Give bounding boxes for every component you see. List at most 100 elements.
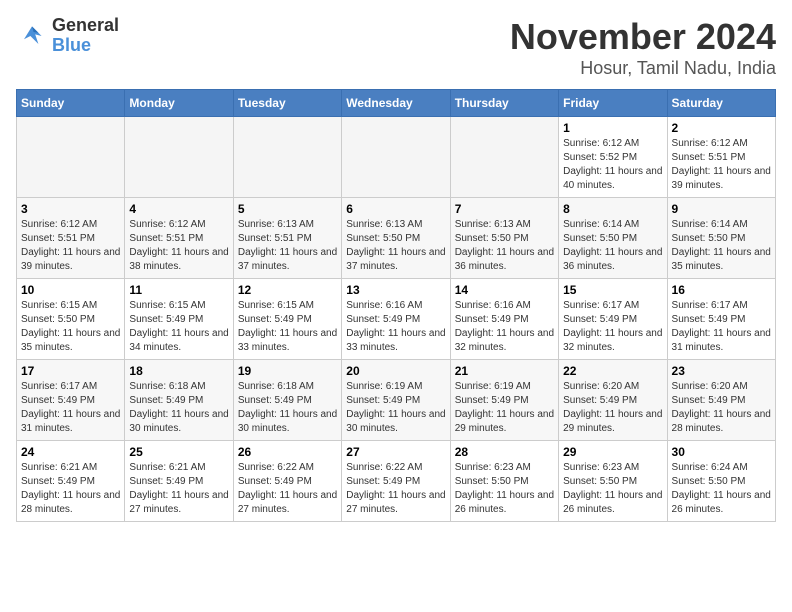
day-number: 1 [563,121,662,135]
day-info: Sunrise: 6:12 AMSunset: 5:51 PMDaylight:… [21,218,120,274]
day-number: 22 [563,364,662,378]
day-info: Sunrise: 6:19 AMSunset: 5:49 PMDaylight:… [455,380,554,436]
day-number: 28 [455,445,554,459]
calendar-cell: 29 Sunrise: 6:23 AMSunset: 5:50 PMDayligh… [559,441,667,522]
calendar-cell: 13 Sunrise: 6:16 AMSunset: 5:49 PMDayligh… [342,279,450,360]
logo-icon [16,20,48,52]
day-number: 17 [21,364,120,378]
day-info: Sunrise: 6:16 AMSunset: 5:49 PMDaylight:… [346,299,445,355]
day-info: Sunrise: 6:23 AMSunset: 5:50 PMDaylight:… [563,461,662,517]
location-subtitle: Hosur, Tamil Nadu, India [510,58,776,79]
day-number: 8 [563,202,662,216]
day-number: 4 [129,202,228,216]
calendar-week-row: 3 Sunrise: 6:12 AMSunset: 5:51 PMDaylight… [17,198,776,279]
calendar-cell [125,117,233,198]
day-info: Sunrise: 6:14 AMSunset: 5:50 PMDaylight:… [563,218,662,274]
day-info: Sunrise: 6:23 AMSunset: 5:50 PMDaylight:… [455,461,554,517]
day-number: 3 [21,202,120,216]
day-number: 24 [21,445,120,459]
calendar-cell: 14 Sunrise: 6:16 AMSunset: 5:49 PMDayligh… [450,279,558,360]
day-info: Sunrise: 6:15 AMSunset: 5:49 PMDaylight:… [129,299,228,355]
day-info: Sunrise: 6:13 AMSunset: 5:51 PMDaylight:… [238,218,337,274]
logo: General Blue [16,16,119,56]
calendar-cell: 3 Sunrise: 6:12 AMSunset: 5:51 PMDaylight… [17,198,125,279]
day-info: Sunrise: 6:12 AMSunset: 5:51 PMDaylight:… [672,137,771,193]
title-block: November 2024 Hosur, Tamil Nadu, India [510,16,776,79]
day-info: Sunrise: 6:21 AMSunset: 5:49 PMDaylight:… [21,461,120,517]
day-number: 7 [455,202,554,216]
day-info: Sunrise: 6:20 AMSunset: 5:49 PMDaylight:… [672,380,771,436]
column-header-saturday: Saturday [667,90,775,117]
calendar-week-row: 17 Sunrise: 6:17 AMSunset: 5:49 PMDayligh… [17,360,776,441]
calendar-cell: 10 Sunrise: 6:15 AMSunset: 5:50 PMDayligh… [17,279,125,360]
day-number: 21 [455,364,554,378]
day-number: 12 [238,283,337,297]
logo-text: General Blue [52,16,119,56]
calendar-cell: 22Sunrise: 6:20 AMSunset: 5:49 PMDayligh… [559,360,667,441]
calendar-cell: 12 Sunrise: 6:15 AMSunset: 5:49 PMDayligh… [233,279,341,360]
day-info: Sunrise: 6:16 AMSunset: 5:49 PMDaylight:… [455,299,554,355]
day-info: Sunrise: 6:17 AMSunset: 5:49 PMDaylight:… [672,299,771,355]
day-info: Sunrise: 6:17 AMSunset: 5:49 PMDaylight:… [21,380,120,436]
calendar-cell: 28 Sunrise: 6:23 AMSunset: 5:50 PMDayligh… [450,441,558,522]
calendar-cell: 27Sunrise: 6:22 AMSunset: 5:49 PMDayligh… [342,441,450,522]
calendar-cell: 15 Sunrise: 6:17 AMSunset: 5:49 PMDayligh… [559,279,667,360]
calendar-cell: 17 Sunrise: 6:17 AMSunset: 5:49 PMDayligh… [17,360,125,441]
column-header-monday: Monday [125,90,233,117]
calendar-cell: 4 Sunrise: 6:12 AMSunset: 5:51 PMDaylight… [125,198,233,279]
day-number: 26 [238,445,337,459]
day-info: Sunrise: 6:21 AMSunset: 5:49 PMDaylight:… [129,461,228,517]
day-info: Sunrise: 6:15 AMSunset: 5:49 PMDaylight:… [238,299,337,355]
day-info: Sunrise: 6:13 AMSunset: 5:50 PMDaylight:… [455,218,554,274]
day-info: Sunrise: 6:12 AMSunset: 5:52 PMDaylight:… [563,137,662,193]
day-number: 2 [672,121,771,135]
month-title: November 2024 [510,16,776,58]
day-number: 18 [129,364,228,378]
day-info: Sunrise: 6:18 AMSunset: 5:49 PMDaylight:… [238,380,337,436]
column-header-tuesday: Tuesday [233,90,341,117]
day-info: Sunrise: 6:17 AMSunset: 5:49 PMDaylight:… [563,299,662,355]
day-number: 10 [21,283,120,297]
day-info: Sunrise: 6:19 AMSunset: 5:49 PMDaylight:… [346,380,445,436]
calendar-cell: 20 Sunrise: 6:19 AMSunset: 5:49 PMDayligh… [342,360,450,441]
calendar-cell: 11 Sunrise: 6:15 AMSunset: 5:49 PMDayligh… [125,279,233,360]
calendar-cell: 6Sunrise: 6:13 AMSunset: 5:50 PMDaylight… [342,198,450,279]
calendar-cell: 1 Sunrise: 6:12 AMSunset: 5:52 PMDaylight… [559,117,667,198]
calendar-cell: 18Sunrise: 6:18 AMSunset: 5:49 PMDayligh… [125,360,233,441]
calendar-week-row: 10 Sunrise: 6:15 AMSunset: 5:50 PMDayligh… [17,279,776,360]
day-info: Sunrise: 6:24 AMSunset: 5:50 PMDaylight:… [672,461,771,517]
calendar-cell: 23 Sunrise: 6:20 AMSunset: 5:49 PMDayligh… [667,360,775,441]
day-number: 29 [563,445,662,459]
day-number: 30 [672,445,771,459]
calendar-cell: 19 Sunrise: 6:18 AMSunset: 5:49 PMDayligh… [233,360,341,441]
day-number: 6 [346,202,445,216]
day-number: 19 [238,364,337,378]
day-number: 16 [672,283,771,297]
column-header-thursday: Thursday [450,90,558,117]
day-info: Sunrise: 6:22 AMSunset: 5:49 PMDaylight:… [346,461,445,517]
calendar-table: SundayMondayTuesdayWednesdayThursdayFrid… [16,89,776,522]
calendar-cell [17,117,125,198]
day-number: 23 [672,364,771,378]
day-number: 15 [563,283,662,297]
calendar-cell: 8 Sunrise: 6:14 AMSunset: 5:50 PMDaylight… [559,198,667,279]
day-number: 20 [346,364,445,378]
calendar-cell: 2 Sunrise: 6:12 AMSunset: 5:51 PMDaylight… [667,117,775,198]
day-number: 5 [238,202,337,216]
calendar-cell: 7 Sunrise: 6:13 AMSunset: 5:50 PMDaylight… [450,198,558,279]
calendar-cell [233,117,341,198]
day-number: 14 [455,283,554,297]
calendar-cell: 26Sunrise: 6:22 AMSunset: 5:49 PMDayligh… [233,441,341,522]
day-number: 13 [346,283,445,297]
calendar-cell [342,117,450,198]
day-info: Sunrise: 6:12 AMSunset: 5:51 PMDaylight:… [129,218,228,274]
day-number: 9 [672,202,771,216]
day-number: 11 [129,283,228,297]
day-info: Sunrise: 6:14 AMSunset: 5:50 PMDaylight:… [672,218,771,274]
calendar-cell: 5 Sunrise: 6:13 AMSunset: 5:51 PMDaylight… [233,198,341,279]
page-header: General Blue November 2024 Hosur, Tamil … [16,16,776,79]
calendar-week-row: 1 Sunrise: 6:12 AMSunset: 5:52 PMDaylight… [17,117,776,198]
column-header-wednesday: Wednesday [342,90,450,117]
day-info: Sunrise: 6:15 AMSunset: 5:50 PMDaylight:… [21,299,120,355]
calendar-cell: 21 Sunrise: 6:19 AMSunset: 5:49 PMDayligh… [450,360,558,441]
